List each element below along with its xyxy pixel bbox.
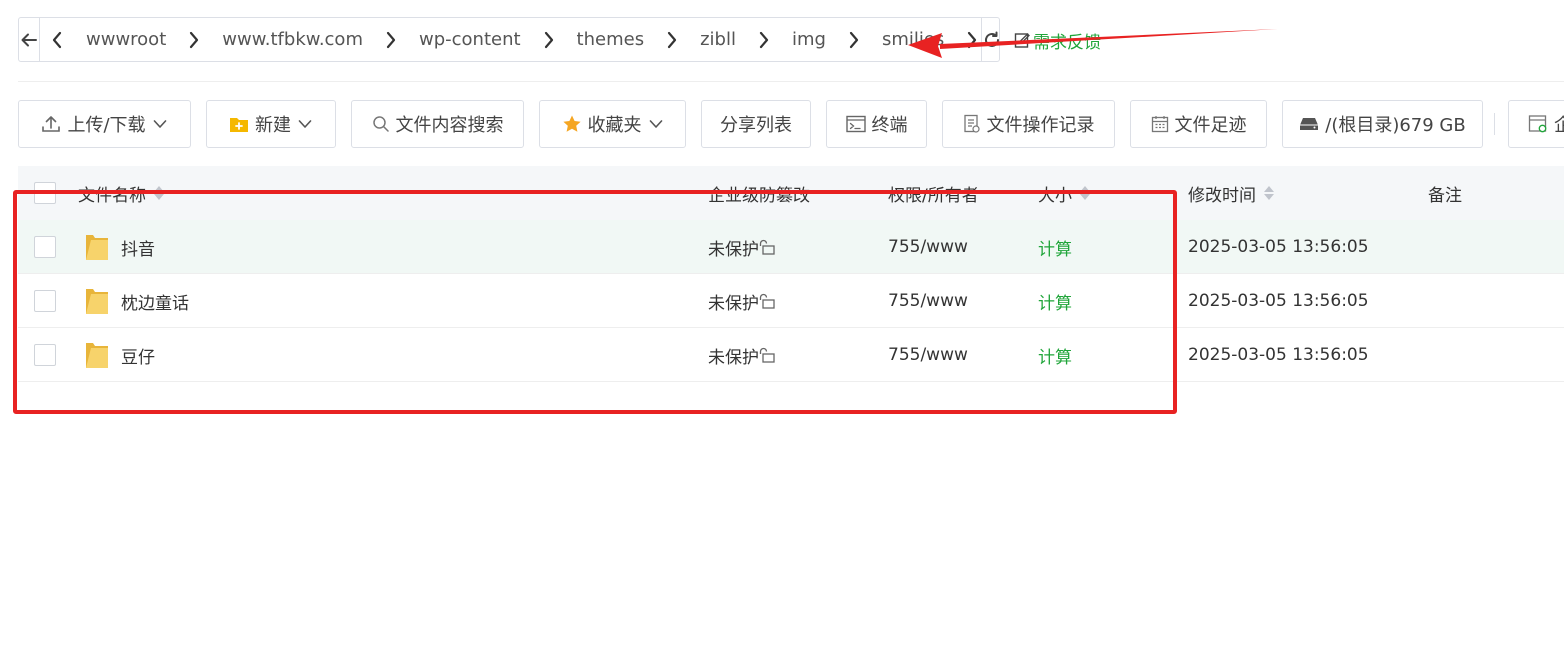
terminal-label: 终端 [871, 115, 908, 136]
footprint-button[interactable]: 文件足迹 [1130, 100, 1267, 148]
terminal-button[interactable]: 终端 [826, 100, 927, 148]
column-tamper-label: 企业级防篡改 [708, 185, 810, 206]
back-button[interactable] [19, 18, 40, 61]
log-icon [963, 114, 980, 133]
path-bar: wwwroot www.tfbkw.com wp-content themes … [18, 17, 1000, 62]
column-permission: 权限/所有者 [888, 166, 979, 220]
column-mtime[interactable]: 修改时间 [1188, 166, 1274, 220]
row-tamper-label: 未保护 [708, 239, 759, 260]
disk-label: /(根目录)679 GB [1325, 115, 1466, 136]
disk-button[interactable]: /(根目录)679 GB [1282, 100, 1483, 148]
search-icon [372, 116, 389, 132]
row-size-calc[interactable]: 计算 [1038, 220, 1072, 274]
row-mtime: 2025-03-05 13:56:05 [1188, 291, 1369, 311]
column-name-label: 文件名称 [78, 185, 146, 206]
row-tamper: 未保护 [708, 274, 777, 328]
annotation-arrow-icon [908, 29, 1278, 58]
table-header: 文件名称 企业级防篡改 权限/所有者 大小 修改时间 备注 [18, 166, 1564, 220]
sort-icon [154, 186, 164, 200]
chevron-right-icon [663, 31, 681, 49]
chevron-down-icon [153, 120, 166, 128]
calendar-icon [1151, 116, 1168, 133]
terminal-icon [845, 115, 866, 133]
chevron-right-icon [755, 31, 773, 49]
chevron-down-icon [649, 120, 662, 128]
star-icon [562, 115, 581, 132]
upload-icon [42, 116, 61, 132]
operation-log-button[interactable]: 文件操作记录 [942, 100, 1115, 148]
upload-download-button[interactable]: 上传/下载 [18, 100, 191, 148]
divider [18, 81, 1564, 82]
row-size-calc[interactable]: 计算 [1038, 274, 1072, 328]
table-row[interactable]: 枕边童话 未保护 755/www 计算 2025-03-05 13:56:05 [18, 274, 1564, 328]
row-tamper-label: 未保护 [708, 293, 759, 314]
column-name[interactable]: 文件名称 [78, 166, 164, 220]
row-tamper-label: 未保护 [708, 347, 759, 368]
operation-log-label: 文件操作记录 [986, 115, 1095, 136]
row-permission[interactable]: 755/www [888, 220, 968, 274]
row-size-calc[interactable]: 计算 [1038, 328, 1072, 382]
unlock-icon[interactable] [759, 238, 777, 256]
breadcrumb: wwwroot www.tfbkw.com wp-content themes … [40, 18, 981, 61]
row-permission[interactable]: 755/www [888, 328, 968, 382]
upload-download-label: 上传/下载 [67, 115, 146, 136]
breadcrumb-item-wp-content[interactable]: wp-content [400, 29, 540, 50]
chevron-right-icon [845, 31, 863, 49]
row-checkbox[interactable] [34, 290, 56, 312]
column-size[interactable]: 大小 [1038, 166, 1090, 220]
enterprise-button[interactable]: 企 [1508, 100, 1564, 148]
window-icon [1528, 115, 1547, 133]
footprint-label: 文件足迹 [1174, 115, 1247, 136]
column-tamper: 企业级防篡改 [708, 166, 810, 220]
unlock-icon[interactable] [759, 346, 777, 364]
row-name[interactable]: 豆仔 [121, 328, 155, 382]
enterprise-label: 企 [1554, 111, 1564, 137]
favorites-label: 收藏夹 [587, 115, 642, 136]
folder-icon [86, 289, 108, 314]
row-mtime: 2025-03-05 13:56:05 [1188, 237, 1369, 257]
disk-icon [1300, 118, 1319, 130]
row-permission[interactable]: 755/www [888, 274, 968, 328]
new-folder-icon [230, 118, 248, 132]
share-list-button[interactable]: 分享列表 [701, 100, 811, 148]
row-name[interactable]: 抖音 [121, 220, 155, 274]
column-note-label: 备注 [1428, 185, 1462, 206]
unlock-icon[interactable] [759, 292, 777, 310]
row-tamper: 未保护 [708, 328, 777, 382]
favorites-button[interactable]: 收藏夹 [539, 100, 686, 148]
new-label: 新建 [255, 115, 291, 136]
sort-icon [1080, 186, 1090, 200]
row-tamper: 未保护 [708, 220, 777, 274]
column-mtime-label: 修改时间 [1188, 185, 1256, 206]
chevron-right-icon [382, 31, 400, 49]
column-note: 备注 [1428, 166, 1462, 220]
chevron-right-icon [185, 31, 203, 49]
chevron-right-icon [540, 31, 558, 49]
share-list-label: 分享列表 [720, 115, 792, 136]
chevron-left-icon[interactable] [48, 31, 66, 49]
toolbar-separator [1494, 113, 1495, 135]
back-arrow-icon [21, 33, 37, 46]
sort-icon [1264, 186, 1274, 200]
content-search-label: 文件内容搜索 [395, 115, 504, 136]
folder-icon [86, 343, 108, 368]
breadcrumb-item-themes[interactable]: themes [558, 29, 664, 50]
chevron-down-icon [298, 120, 312, 128]
breadcrumb-item-zibll[interactable]: zibll [681, 29, 755, 50]
row-checkbox[interactable] [34, 344, 56, 366]
breadcrumb-item-wwwroot[interactable]: wwwroot [66, 29, 185, 50]
table-row[interactable]: 豆仔 未保护 755/www 计算 2025-03-05 13:56:05 [18, 328, 1564, 382]
content-search-button[interactable]: 文件内容搜索 [351, 100, 524, 148]
breadcrumb-item-domain[interactable]: www.tfbkw.com [203, 29, 382, 50]
row-mtime: 2025-03-05 13:56:05 [1188, 345, 1369, 365]
column-permission-label: 权限/所有者 [888, 185, 979, 206]
breadcrumb-item-img[interactable]: img [773, 29, 845, 50]
table-row[interactable]: 抖音 未保护 755/www 计算 2025-03-05 13:56:05 [18, 220, 1564, 274]
select-all-checkbox[interactable] [34, 182, 56, 204]
folder-icon [86, 235, 108, 260]
row-name[interactable]: 枕边童话 [121, 274, 189, 328]
row-checkbox[interactable] [34, 236, 56, 258]
column-size-label: 大小 [1038, 185, 1072, 206]
new-button[interactable]: 新建 [206, 100, 336, 148]
